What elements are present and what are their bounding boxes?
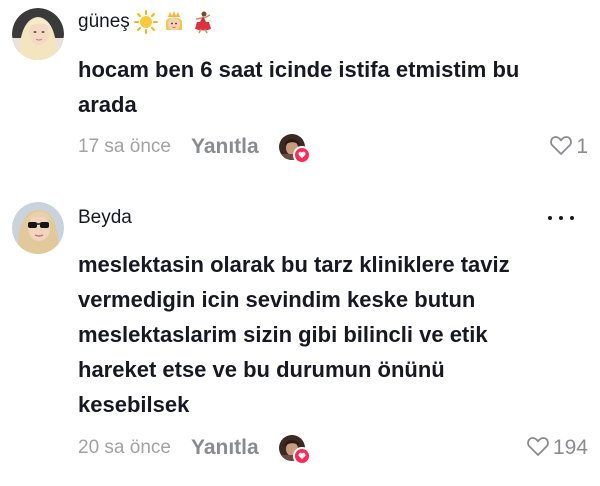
- more-dot: [570, 216, 574, 220]
- like-button[interactable]: 194: [526, 435, 588, 462]
- heart-outline-icon: [526, 435, 550, 462]
- avatar[interactable]: [12, 202, 64, 254]
- comment-item: Beyda meslektasin olarak bu tarz klinikl…: [0, 0, 600, 486]
- more-dot: [559, 216, 563, 220]
- comment-text: meslektasin olarak bu tarz kliniklere ta…: [78, 247, 578, 422]
- like-count: 194: [552, 436, 588, 459]
- liked-by-creator-badge: [278, 435, 311, 465]
- heart-icon: [292, 447, 311, 465]
- comment-text-line: vermedigin icin sevindim keske butun: [78, 287, 476, 312]
- username-label: Beyda: [78, 207, 132, 228]
- comment-username[interactable]: Beyda: [78, 207, 132, 229]
- comment-meta-row: 20 sa önce Yanıtla 194: [78, 433, 588, 465]
- comment-text-line: meslektasin olarak bu tarz kliniklere ta…: [78, 252, 510, 277]
- comment-text-line: kesebilsek: [78, 392, 190, 417]
- comment-text-line: hareket etse ve bu durumun önünü: [78, 357, 445, 382]
- comment-text-line: meslektaslarim sizin gibi bilincli ve et…: [78, 322, 488, 347]
- reply-button[interactable]: Yanıtla: [191, 436, 259, 460]
- comment-timestamp: 20 sa önce: [78, 437, 171, 458]
- more-options-button[interactable]: [548, 212, 574, 224]
- more-dot: [548, 216, 552, 220]
